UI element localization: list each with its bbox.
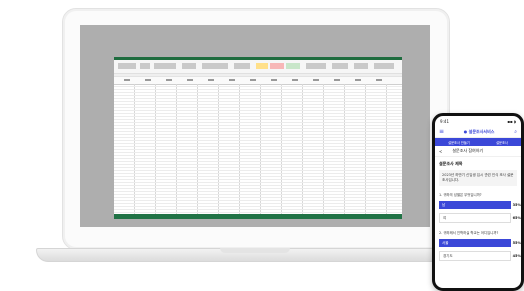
sheet-status-bar	[114, 214, 402, 219]
phone-subheader: < 설문조사 참여하기	[435, 146, 521, 157]
question-2-option-2[interactable]: 경기도	[439, 251, 511, 261]
option-percent: 55%	[512, 241, 521, 245]
laptop-notch	[220, 248, 290, 253]
question-1-option-1-row: 남 35%	[435, 199, 521, 211]
option-percent: 65%	[512, 216, 521, 220]
spreadsheet-window[interactable]	[114, 57, 402, 219]
brand-logo[interactable]: ● 설문조사서비스	[464, 129, 495, 135]
option-label: 여	[443, 215, 447, 220]
phone-frame: 9:41 ▪▪ ◗ ≡ ● 설문조사서비스 ⌕ 설문조사 만들기 설문조사 < …	[432, 113, 524, 291]
tab-create[interactable]: 설문조사 만들기	[448, 140, 470, 145]
status-icons: ▪▪ ◗	[507, 118, 516, 124]
phone-tabs: 설문조사 만들기 설문조사	[435, 138, 521, 146]
question-2-option-2-row: 경기도 45%	[435, 249, 521, 263]
phone-status-bar: 9:41 ▪▪ ◗	[435, 116, 521, 126]
option-label: 서울	[442, 240, 449, 245]
option-label: 남	[442, 202, 446, 207]
question-1-option-2[interactable]: 여	[439, 213, 511, 223]
tab-survey[interactable]: 설문조사	[496, 140, 508, 145]
option-percent: 35%	[512, 203, 521, 207]
survey-title: 설문조사 제목	[439, 161, 463, 166]
question-1-label: 1. 귀하의 성별은 무엇입니까?	[439, 193, 482, 197]
back-icon[interactable]: <	[439, 149, 442, 154]
phone-navbar: ≡ ● 설문조사서비스 ⌕	[435, 126, 521, 138]
menu-icon[interactable]: ≡	[439, 128, 444, 135]
spreadsheet-ribbon[interactable]	[114, 60, 402, 74]
question-2-option-1[interactable]: 서울	[439, 239, 511, 247]
survey-description: 2023년 하반기 신입생 입시 관련 인식 조사 설문조사입니다.	[439, 170, 517, 186]
cell-grid[interactable]	[114, 84, 402, 214]
question-2-option-1-row: 서울 55%	[435, 237, 521, 249]
question-2-label: 2. 귀하께서 진학하실 학교는 어디입니까?	[439, 231, 499, 235]
search-icon[interactable]: ⌕	[514, 129, 517, 135]
option-percent: 45%	[512, 254, 521, 258]
subheader-title: 설문조사 참여하기	[452, 148, 484, 153]
question-1-option-1[interactable]: 남	[439, 201, 511, 209]
option-label: 경기도	[443, 253, 453, 258]
status-time: 9:41	[440, 118, 449, 124]
question-1-option-2-row: 여 65%	[435, 211, 521, 225]
